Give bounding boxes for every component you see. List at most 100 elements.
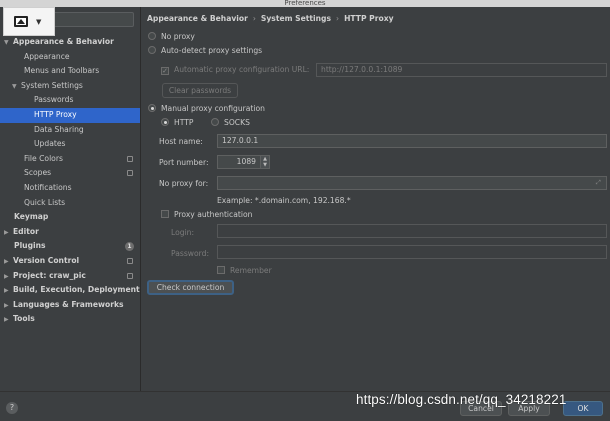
- sidebar-item-keymap[interactable]: Keymap: [0, 210, 140, 225]
- password-field[interactable]: [217, 245, 607, 259]
- radio-icon: [148, 32, 156, 40]
- collapse-arrow-icon[interactable]: ▶: [4, 284, 13, 299]
- expand-arrow-icon[interactable]: ▼: [12, 80, 21, 95]
- sidebar-item-editor[interactable]: ▶ Editor: [0, 225, 140, 240]
- updates-badge: 1: [125, 242, 134, 252]
- sidebar-item-appearance-behavior[interactable]: ▼ Appearance & Behavior: [0, 35, 140, 50]
- remember-label: Remember: [230, 266, 272, 275]
- sidebar-item-plugins[interactable]: Plugins 1: [0, 239, 140, 254]
- login-label: Login:: [171, 228, 195, 237]
- manual-proxy-label: Manual proxy configuration: [161, 104, 265, 113]
- sidebar-item-label: Project: craw_pic: [13, 270, 86, 280]
- http-radio[interactable]: HTTP: [161, 118, 193, 127]
- sidebar-item-label: Version Control: [13, 255, 80, 265]
- port-number-label: Port number:: [159, 158, 209, 167]
- sidebar-item-quick-lists[interactable]: Quick Lists: [0, 196, 140, 211]
- project-scope-icon: [127, 170, 133, 177]
- project-scope-icon: [127, 257, 133, 264]
- image-icon: [14, 16, 28, 27]
- watermark-text: https://blog.csdn.net/qq_34218221: [356, 392, 567, 407]
- clear-passwords-button[interactable]: Clear passwords: [162, 83, 238, 98]
- sidebar-item-label: Appearance & Behavior: [13, 37, 114, 46]
- sidebar-item-label: Passwords: [34, 95, 74, 105]
- breadcrumb-item: System Settings: [260, 14, 332, 23]
- chevron-down-icon: ▼: [36, 17, 42, 26]
- sidebar-item-updates[interactable]: Updates: [0, 137, 140, 152]
- checkbox-icon: [161, 210, 169, 218]
- port-stepper[interactable]: ▲ ▼: [261, 155, 270, 169]
- password-label: Password:: [171, 249, 210, 258]
- sidebar-item-version-control[interactable]: ▶ Version Control: [0, 254, 140, 269]
- sidebar-item-notifications[interactable]: Notifications: [0, 181, 140, 196]
- radio-icon: [148, 46, 156, 54]
- sidebar-item-label: HTTP Proxy: [34, 109, 77, 119]
- collapse-arrow-icon[interactable]: ▶: [4, 299, 13, 314]
- sidebar-item-menus-and-toolbars[interactable]: Menus and Toolbars: [0, 64, 140, 79]
- sidebar-item-label: Updates: [34, 139, 66, 149]
- auto-config-url-checkbox[interactable]: ✓ Automatic proxy configuration URL:: [161, 65, 309, 75]
- sidebar-item-label: Scopes: [24, 168, 52, 178]
- remember-checkbox[interactable]: Remember: [217, 266, 272, 275]
- checkbox-icon: [217, 266, 225, 274]
- sidebar-item-tools[interactable]: ▶ Tools: [0, 312, 140, 327]
- project-scope-icon: [127, 272, 133, 279]
- collapse-arrow-icon[interactable]: ▶: [4, 226, 13, 241]
- socks-radio[interactable]: SOCKS: [211, 118, 250, 127]
- proxy-auth-checkbox[interactable]: Proxy authentication: [161, 210, 252, 219]
- sidebar-item-label: Notifications: [24, 182, 72, 192]
- sidebar-item-passwords[interactable]: Passwords: [0, 93, 140, 108]
- sidebar-item-appearance[interactable]: Appearance: [0, 50, 140, 65]
- host-name-field[interactable]: 127.0.0.1: [217, 134, 607, 148]
- ok-button[interactable]: OK: [563, 401, 603, 416]
- login-field[interactable]: [217, 224, 607, 238]
- sidebar-item-label: Appearance: [24, 51, 70, 61]
- auto-config-url-label: Automatic proxy configuration URL:: [174, 65, 310, 74]
- host-name-label: Host name:: [159, 137, 203, 146]
- sidebar-item-label: Menus and Toolbars: [24, 66, 100, 76]
- sidebar-item-label: System Settings: [21, 80, 83, 90]
- sidebar-item-file-colors[interactable]: File Colors: [0, 152, 140, 167]
- settings-sidebar: ▼ ▼ Appearance & Behavior Appearance Menus …: [0, 7, 141, 391]
- collapse-arrow-icon[interactable]: ▶: [4, 270, 13, 285]
- no-proxy-radio[interactable]: No proxy: [148, 32, 195, 41]
- sidebar-item-project-craw-pic[interactable]: ▶ Project: craw_pic: [0, 269, 140, 284]
- socks-label: SOCKS: [224, 118, 250, 127]
- project-scope-icon: [127, 155, 133, 162]
- sidebar-item-label: Keymap: [14, 212, 49, 222]
- proxy-auth-label: Proxy authentication: [174, 210, 253, 219]
- sidebar-item-data-sharing[interactable]: Data Sharing: [0, 123, 140, 138]
- collapse-arrow-icon[interactable]: ▶: [4, 255, 13, 270]
- no-proxy-for-field[interactable]: [217, 176, 607, 190]
- sidebar-item-system-settings[interactable]: ▼ System Settings: [0, 79, 140, 94]
- no-proxy-label: No proxy: [161, 32, 195, 41]
- sidebar-item-http-proxy[interactable]: HTTP Proxy: [0, 107, 140, 123]
- breadcrumb-separator-icon: ›: [252, 14, 256, 23]
- breadcrumb: Appearance & Behavior › System Settings › HT…: [147, 14, 394, 23]
- sidebar-item-label: Build, Execution, Deployment: [13, 285, 140, 295]
- sidebar-item-build-execution-deployment[interactable]: ▶ Build, Execution, Deployment: [0, 283, 140, 298]
- collapse-arrow-icon[interactable]: ▶: [4, 313, 13, 328]
- expand-field-icon[interactable]: ⤢: [596, 179, 601, 187]
- auto-config-url-field[interactable]: http://127.0.0.1:1089: [316, 63, 607, 77]
- checkmark-icon: ✓: [161, 67, 169, 75]
- breadcrumb-item: HTTP Proxy: [344, 14, 394, 23]
- window-title: Preferences: [0, 0, 610, 7]
- sidebar-item-label: Plugins: [14, 241, 46, 251]
- expand-arrow-icon[interactable]: ▼: [4, 36, 13, 51]
- sidebar-item-languages-frameworks[interactable]: ▶ Languages & Frameworks: [0, 298, 140, 313]
- auto-detect-radio[interactable]: Auto-detect proxy settings: [148, 46, 262, 55]
- app-menu-button[interactable]: ▼: [3, 7, 55, 36]
- http-label: HTTP: [174, 118, 194, 127]
- port-number-field[interactable]: 1089: [217, 155, 261, 169]
- sidebar-item-label: File Colors: [24, 153, 63, 163]
- help-button[interactable]: ?: [6, 402, 18, 414]
- breadcrumb-separator-icon: ›: [336, 14, 340, 23]
- stepper-down-icon[interactable]: ▼: [261, 162, 269, 168]
- check-connection-button[interactable]: Check connection: [147, 280, 234, 295]
- radio-selected-icon: [161, 118, 169, 126]
- manual-proxy-radio[interactable]: Manual proxy configuration: [148, 104, 265, 113]
- sidebar-item-scopes[interactable]: Scopes: [0, 166, 140, 181]
- no-proxy-example-text: Example: *.domain.com, 192.168.*: [217, 196, 351, 205]
- breadcrumb-item: Appearance & Behavior: [147, 14, 248, 23]
- radio-icon: [211, 118, 219, 126]
